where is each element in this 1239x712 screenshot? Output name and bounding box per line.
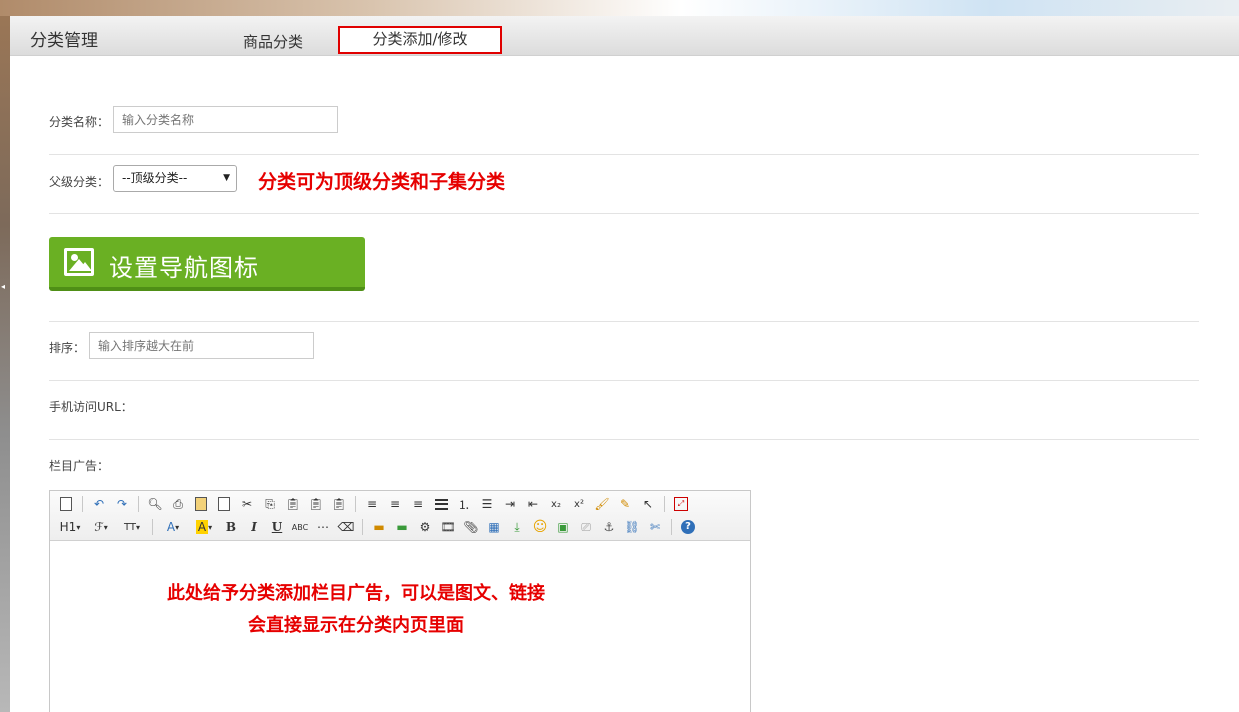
table-icon[interactable]: ▦ [484,517,504,537]
editor-note-line-2: 会直接显示在分类内页里面 [248,615,464,636]
italic-button[interactable]: I [244,517,264,537]
page-break-icon[interactable]: ⎚ [576,517,596,537]
paste-word-icon[interactable]: 📋︎ [329,494,349,514]
cursor-icon[interactable]: ↖ [638,494,658,514]
redo-icon[interactable]: ↷ [112,494,132,514]
tab-category-add-edit[interactable]: 分类添加/修改 [338,26,502,54]
parent-category-label: 父级分类： [49,175,110,189]
align-justify-icon[interactable] [431,494,451,514]
dropdown-caret-icon: ▼ [223,173,230,183]
set-nav-icon-label: 设置导航图标 [109,254,259,282]
subscript-icon[interactable]: x₂ [546,494,566,514]
outdent-icon[interactable]: ⇤ [523,494,543,514]
bold-button[interactable]: B [221,517,241,537]
set-nav-icon-button[interactable]: 设置导航图标 [49,237,365,291]
paste-text-icon[interactable]: 📋︎ [306,494,326,514]
horizontal-rule-icon[interactable]: ⋯ [313,517,333,537]
undo-icon[interactable]: ↶ [89,494,109,514]
copy-icon[interactable]: ⎘ [260,494,280,514]
page-header: 分类管理 商品分类 分类添加/修改 [10,16,1239,56]
font-color-button[interactable]: A ▾ [159,517,187,537]
toolbar-row-2: H1 ▾ ℱ ▾ TT ▾ A ▾ A ▾ B I U ABC ⋯ ⌫ ▬ ▬ ⚙ 🎞︎ … [56,516,698,538]
flash-icon[interactable]: ⚙ [415,517,435,537]
divider [49,439,1199,440]
divider [49,213,1199,214]
clear-format-icon[interactable]: 🖌︎ [592,494,612,514]
align-center-icon[interactable]: ≡ [385,494,405,514]
toolbar-row-1: ↶ ↷ 🔍︎ ⎙ ✂ ⎘ 📋︎ 📋︎ 📋︎ ≡ ≡ ≡ ⒈ ☰ ⇥ ⇤ x₂ x… [56,493,691,515]
superscript-icon[interactable]: x² [569,494,589,514]
cut-icon[interactable]: ✂ [237,494,257,514]
parent-category-note: 分类可为顶级分类和子集分类 [258,171,506,193]
editor-note-line-1: 此处给予分类添加栏目广告，可以是图文、链接 [167,583,545,604]
collapse-arrow-icon[interactable]: ◂ [1,282,5,291]
emoticon-icon[interactable]: ☺ [530,517,550,537]
column-ad-label: 栏目广告： [49,459,110,473]
sort-label: 排序： [49,341,86,355]
window-top-strip [0,0,1239,16]
map-icon[interactable]: ▣ [553,517,573,537]
mobile-url-label: 手机访问URL： [49,400,133,414]
ordered-list-icon[interactable]: ⒈ [454,494,474,514]
parent-category-selected: --顶级分类-- [122,171,188,185]
rich-text-editor[interactable]: ↶ ↷ 🔍︎ ⎙ ✂ ⎘ 📋︎ 📋︎ 📋︎ ≡ ≡ ≡ ⒈ ☰ ⇥ ⇤ x₂ x… [49,490,751,712]
attachment-icon[interactable]: 📎︎ [461,517,481,537]
divider [49,321,1199,322]
highlight-color-button[interactable]: A ▾ [190,517,218,537]
image-icon [64,248,94,276]
media-icon[interactable]: 🎞︎ [438,517,458,537]
font-family-dropdown[interactable]: ℱ ▾ [87,517,115,537]
divider [49,380,1199,381]
align-left-icon[interactable]: ≡ [362,494,382,514]
editor-toolbar: ↶ ↷ 🔍︎ ⎙ ✂ ⎘ 📋︎ 📋︎ 📋︎ ≡ ≡ ≡ ⒈ ☰ ⇥ ⇤ x₂ x… [50,491,750,541]
tab-product-category[interactable]: 商品分类 [228,30,318,56]
help-icon[interactable]: ? [678,517,698,537]
main-panel: 分类管理 商品分类 分类添加/修改 分类名称： 父级分类： --顶级分类-- ▼… [10,16,1239,712]
preview-icon[interactable]: 🔍︎ [145,494,165,514]
strikethrough-button[interactable]: ABC [290,517,310,537]
page-title: 分类管理 [30,31,98,51]
heading-dropdown[interactable]: H1 ▾ [56,517,84,537]
link-icon[interactable]: ⛓ [622,517,642,537]
insert-image-icon[interactable]: ▬ [369,517,389,537]
eraser-icon[interactable]: ⌫ [336,517,356,537]
anchor-icon[interactable]: ⚓︎ [599,517,619,537]
source-code-icon[interactable] [56,494,76,514]
left-sidebar-edge[interactable]: ◂ [0,16,10,712]
divider [49,154,1199,155]
multi-image-icon[interactable]: ▬ [392,517,412,537]
fullscreen-icon[interactable]: ⤢ [671,494,691,514]
insert-line-icon[interactable]: ⤓ [507,517,527,537]
print-icon[interactable]: ⎙ [168,494,188,514]
unlink-icon[interactable]: ✄ [645,517,665,537]
font-size-dropdown[interactable]: TT ▾ [118,517,146,537]
parent-category-select[interactable]: --顶级分类-- ▼ [113,165,237,192]
template-icon[interactable] [191,494,211,514]
paste-icon[interactable]: 📋︎ [283,494,303,514]
select-all-icon[interactable]: ✎ [615,494,635,514]
indent-icon[interactable]: ⇥ [500,494,520,514]
code-icon[interactable] [214,494,234,514]
sort-input[interactable] [89,332,314,359]
underline-button[interactable]: U [267,517,287,537]
unordered-list-icon[interactable]: ☰ [477,494,497,514]
category-name-label: 分类名称： [49,115,110,129]
align-right-icon[interactable]: ≡ [408,494,428,514]
category-name-input[interactable] [113,106,338,133]
